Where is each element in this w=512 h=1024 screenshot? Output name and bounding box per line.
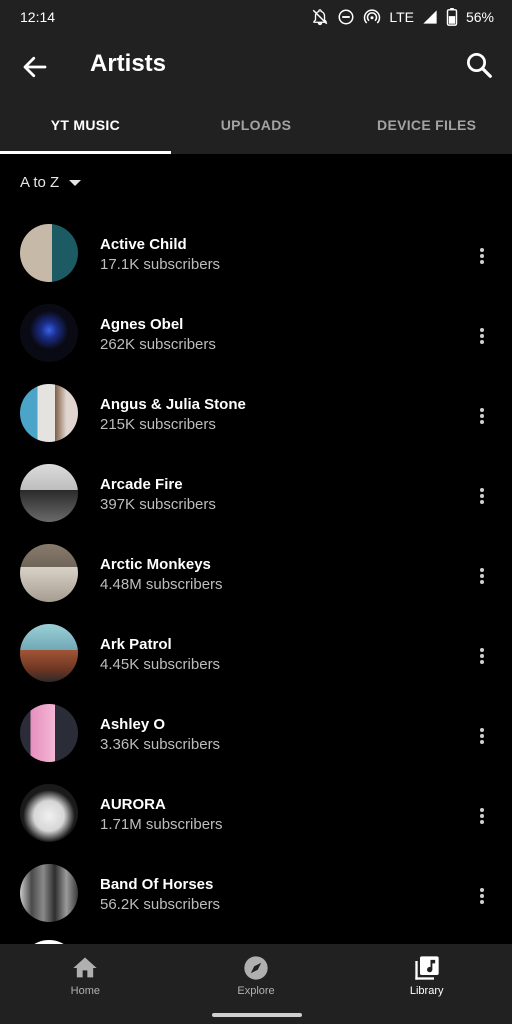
avatar: [20, 624, 78, 682]
artist-name: Agnes Obel: [100, 316, 184, 333]
signal-icon: [423, 10, 437, 24]
compass-icon: [244, 956, 268, 980]
list-item[interactable]: Arcade Fire 397K subscribers: [0, 444, 512, 524]
network-type: LTE: [389, 9, 414, 25]
more-options-icon[interactable]: [478, 726, 486, 748]
nav-home-label: Home: [70, 985, 100, 997]
list-item[interactable]: AURORA 1.71M subscribers: [0, 764, 512, 844]
list-item[interactable]: Agnes Obel 262K subscribers: [0, 284, 512, 364]
nav-library-label: Library: [409, 985, 444, 997]
search-icon[interactable]: [464, 50, 494, 80]
artist-subscribers: 1.71M subscribers: [100, 816, 223, 833]
list-item[interactable]: Ark Patrol 4.45K subscribers: [0, 604, 512, 684]
more-options-icon[interactable]: [478, 406, 486, 428]
page-title: Artists: [90, 50, 167, 77]
do-not-disturb-icon: [338, 9, 354, 25]
list-item[interactable]: Band Of Horses 56.2K subscribers: [0, 844, 512, 924]
nav-explore-label: Explore: [237, 985, 275, 997]
sort-label: A to Z: [20, 174, 60, 191]
more-options-icon[interactable]: [478, 246, 486, 268]
home-indicator[interactable]: [212, 1013, 302, 1017]
more-options-icon[interactable]: [478, 646, 486, 668]
artist-name: Angus & Julia Stone: [100, 396, 246, 413]
tab-yt-music[interactable]: YT MUSIC: [0, 96, 171, 154]
avatar: [20, 224, 78, 282]
artist-subscribers: 17.1K subscribers: [100, 256, 221, 273]
avatar: [20, 784, 78, 842]
avatar: [20, 464, 78, 522]
artist-name: Arctic Monkeys: [100, 556, 211, 573]
more-options-icon[interactable]: [478, 486, 486, 508]
sort-dropdown[interactable]: A to Z: [20, 174, 82, 191]
bottom-nav: Home Explore Library: [0, 944, 512, 1024]
more-options-icon[interactable]: [478, 806, 486, 828]
avatar: [20, 384, 78, 442]
avatar: [20, 544, 78, 602]
artist-name: Ark Patrol: [100, 636, 172, 653]
tab-bar: YT MUSIC UPLOADS DEVICE FILES: [0, 96, 512, 154]
artist-subscribers: 215K subscribers: [100, 416, 216, 433]
tab-uploads[interactable]: UPLOADS: [171, 96, 342, 154]
notifications-off-icon: [313, 9, 328, 26]
artist-subscribers: 56.2K subscribers: [100, 896, 221, 913]
caret-down-icon: [69, 179, 82, 186]
artist-name: Arcade Fire: [100, 476, 183, 493]
list-item[interactable]: Active Child 17.1K subscribers: [0, 204, 512, 284]
more-options-icon[interactable]: [478, 326, 486, 348]
artist-list: Active Child 17.1K subscribers Agnes Obe…: [0, 204, 512, 924]
more-options-icon[interactable]: [478, 886, 486, 908]
more-options-icon[interactable]: [478, 566, 486, 588]
nav-home[interactable]: Home: [0, 944, 171, 1024]
library-music-icon: [415, 956, 439, 980]
artist-name: Band Of Horses: [100, 876, 214, 893]
hotspot-icon: [364, 9, 381, 24]
app-bar: Artists: [0, 36, 512, 96]
artist-subscribers: 397K subscribers: [100, 496, 216, 513]
battery-icon: [446, 8, 458, 26]
list-item[interactable]: Ashley O 3.36K subscribers: [0, 684, 512, 764]
back-arrow-icon[interactable]: [20, 52, 50, 82]
home-icon: [73, 957, 97, 978]
status-icons: LTE 56%: [311, 8, 494, 26]
battery-level: 56%: [465, 9, 494, 25]
list-item[interactable]: Arctic Monkeys 4.48M subscribers: [0, 524, 512, 604]
nav-explore[interactable]: Explore: [171, 944, 342, 1024]
artist-subscribers: 3.36K subscribers: [100, 736, 221, 753]
status-time: 12:14: [20, 9, 56, 25]
tab-device-files[interactable]: DEVICE FILES: [341, 96, 512, 154]
status-bar: 12:14 LTE 56%: [0, 0, 512, 36]
list-item[interactable]: Angus & Julia Stone 215K subscribers: [0, 364, 512, 444]
artist-subscribers: 4.45K subscribers: [100, 656, 221, 673]
artist-name: Ashley O: [100, 716, 166, 733]
artist-name: Active Child: [100, 236, 187, 253]
avatar: [20, 304, 78, 362]
artist-subscribers: 4.48M subscribers: [100, 576, 223, 593]
avatar: [20, 704, 78, 762]
nav-library[interactable]: Library: [341, 944, 512, 1024]
avatar: [20, 864, 78, 922]
artist-name: AURORA: [100, 796, 166, 813]
artist-subscribers: 262K subscribers: [100, 336, 216, 353]
